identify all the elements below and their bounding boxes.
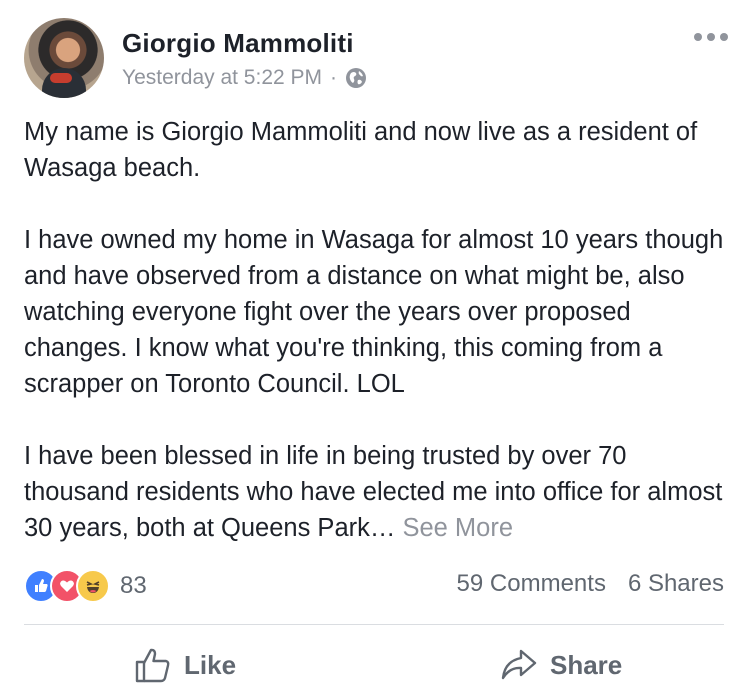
shares-count[interactable]: 6 Shares: [628, 570, 724, 598]
share-button[interactable]: Share: [500, 646, 622, 684]
haha-icon: [76, 569, 110, 603]
share-label: Share: [550, 649, 623, 680]
see-more-link[interactable]: See More: [402, 514, 513, 542]
more-dot: [707, 33, 715, 41]
like-label: Like: [184, 649, 237, 680]
more-dot: [694, 33, 702, 41]
engagement-counts: 59 Comments 6 Shares: [457, 570, 724, 598]
author-name[interactable]: Giorgio Mammoliti: [122, 28, 354, 59]
post-paragraph: I have owned my home in Wasaga for almos…: [24, 226, 724, 398]
post-paragraph: My name is Giorgio Mammoliti and now liv…: [24, 118, 698, 182]
avatar-detail: [50, 73, 72, 83]
avatar[interactable]: [24, 18, 104, 98]
divider: [24, 624, 724, 625]
reaction-count: 83: [120, 572, 147, 599]
truncated-text: I have been blessed in life in being tru…: [24, 442, 723, 542]
post-meta: Yesterday at 5:22 PM ·: [122, 66, 367, 90]
meta-separator: ·: [330, 66, 338, 89]
thumbs-up-icon: [135, 648, 170, 683]
post-body: My name is Giorgio Mammoliti and now liv…: [24, 114, 724, 546]
post-timestamp[interactable]: Yesterday at 5:22 PM: [122, 66, 322, 90]
reactions-summary[interactable]: 83: [24, 566, 147, 606]
comments-count[interactable]: 59 Comments: [457, 570, 606, 598]
post-header: Giorgio Mammoliti Yesterday at 5:22 PM ·: [24, 18, 728, 102]
more-dot: [720, 33, 728, 41]
more-options-icon[interactable]: [694, 32, 728, 42]
post-paragraph-truncated: I have been blessed in life in being tru…: [24, 438, 724, 546]
like-button[interactable]: Like: [134, 646, 236, 684]
post-stats: 83 59 Comments 6 Shares: [24, 566, 724, 606]
globe-icon[interactable]: [345, 67, 367, 89]
share-arrow-icon: [501, 649, 537, 680]
action-bar: Like Share: [0, 636, 746, 696]
